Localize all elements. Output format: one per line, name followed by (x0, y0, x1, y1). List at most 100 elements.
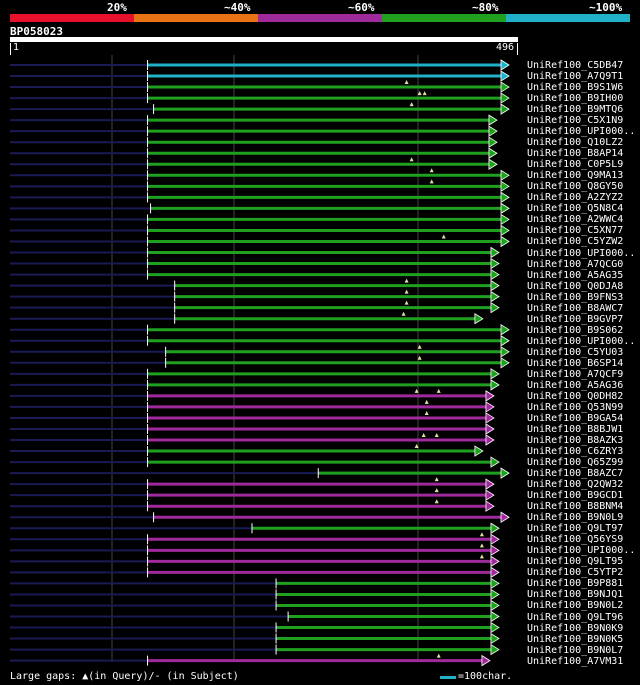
hit-arrow-icon (490, 301, 500, 314)
hit-label[interactable]: UniRef100_A7Q9T1 (527, 71, 639, 82)
hit-label[interactable]: UniRef100_UPI000.. (527, 545, 639, 556)
hit-arrow-icon (490, 555, 500, 568)
query-gap-icon (436, 653, 441, 658)
hit-label[interactable]: UniRef100_Q2QW32 (527, 479, 639, 490)
hit-label[interactable]: UniRef100_C5YU03 (527, 347, 639, 358)
hit-arrow-icon (490, 632, 500, 645)
hit-arrow-icon (490, 621, 500, 634)
hit-arrow-icon (500, 103, 510, 115)
hit-label[interactable]: UniRef100_B9S1W6 (527, 82, 639, 93)
hit-label[interactable]: UniRef100_C5YZW2 (527, 236, 639, 247)
hit-label[interactable]: UniRef100_Q8GY50 (527, 181, 639, 192)
hit-arrow-icon (485, 434, 495, 446)
hit-label[interactable]: UniRef100_UPI000.. (527, 336, 639, 347)
hit-arrow-icon (490, 566, 500, 579)
hit-label[interactable]: UniRef100_A7VM31 (527, 656, 639, 667)
hit-label[interactable]: UniRef100_B8AWC7 (527, 303, 639, 314)
query-gap-icon (409, 102, 414, 107)
hit-label[interactable]: UniRef100_Q9LT97 (527, 523, 639, 534)
hit-label[interactable]: UniRef100_Q0DJA8 (527, 281, 639, 292)
hit-arrow-icon (485, 401, 495, 413)
hit-label[interactable]: UniRef100_A2ZYZ2 (527, 192, 639, 203)
hit-label[interactable]: UniRef100_Q65Z99 (527, 457, 639, 468)
hit-arrow-icon (490, 379, 500, 391)
hit-label[interactable]: UniRef100_Q56YS9 (527, 534, 639, 545)
hit-arrow-icon (490, 456, 500, 468)
hit-arrow-icon (500, 180, 510, 193)
hit-arrow-icon (485, 423, 495, 435)
hit-arrow-icon (488, 114, 498, 126)
query-gap-icon (434, 499, 439, 504)
legend-scale-line (440, 676, 456, 679)
hit-arrow-icon (500, 357, 510, 369)
hit-label[interactable]: UniRef100_Q53N99 (527, 402, 639, 413)
hit-label[interactable]: UniRef100_A2WWC4 (527, 214, 639, 225)
hit-label[interactable]: UniRef100_Q5N8C4 (527, 203, 639, 214)
query-gap-icon (479, 532, 484, 537)
hit-label[interactable]: UniRef100_Q9LT96 (527, 612, 639, 623)
hit-label[interactable]: UniRef100_B9P881 (527, 578, 639, 589)
hit-label[interactable]: UniRef100_C0P5L9 (527, 159, 639, 170)
hit-label[interactable]: UniRef100_Q10LZ2 (527, 137, 639, 148)
hit-arrow-icon (485, 500, 495, 512)
query-gap-icon (429, 179, 434, 184)
query-gap-icon (404, 80, 409, 85)
hit-label[interactable]: UniRef100_UPI000.. (527, 248, 639, 259)
hit-arrow-icon (485, 489, 495, 501)
hit-label[interactable]: UniRef100_B9IH00 (527, 93, 639, 104)
hit-arrow-icon (500, 92, 510, 104)
query-gap-icon (404, 289, 409, 294)
hit-label[interactable]: UniRef100_B8BJW1 (527, 424, 639, 435)
hit-label[interactable]: UniRef100_Q9LT95 (527, 556, 639, 567)
hit-label[interactable]: UniRef100_B9GCD1 (527, 490, 639, 501)
hit-label[interactable]: UniRef100_B9N0L9 (527, 512, 639, 523)
hit-label[interactable]: UniRef100_B9GA54 (527, 413, 639, 424)
hit-arrow-icon (490, 544, 500, 557)
hit-label[interactable]: UniRef100_UPI000.. (527, 126, 639, 137)
hit-label[interactable]: UniRef100_B8BNM4 (527, 501, 639, 512)
query-gap-icon (401, 311, 406, 316)
hit-arrow-icon (488, 136, 498, 148)
query-gap-icon (421, 433, 426, 438)
hit-arrow-icon (500, 59, 510, 71)
hit-label[interactable]: UniRef100_B8AZC7 (527, 468, 639, 479)
hit-label[interactable]: UniRef100_B6SP14 (527, 358, 639, 369)
hit-arrow-icon (481, 654, 491, 667)
hit-label[interactable]: UniRef100_Q0DH82 (527, 391, 639, 402)
query-gap-icon (409, 157, 414, 162)
hit-label[interactable]: UniRef100_A5AG36 (527, 380, 639, 391)
hit-label[interactable]: UniRef100_C5XN77 (527, 225, 639, 236)
hit-label[interactable]: UniRef100_B9N0L2 (527, 600, 639, 611)
hit-label[interactable]: UniRef100_C5YTP2 (527, 567, 639, 578)
hit-label[interactable]: UniRef100_C5X1N9 (527, 115, 639, 126)
hit-label[interactable]: UniRef100_B8AP14 (527, 148, 639, 159)
hit-arrow-icon (490, 643, 500, 656)
hit-arrow-icon (500, 335, 510, 347)
hit-label[interactable]: UniRef100_Q9MA13 (527, 170, 639, 181)
hit-label[interactable]: UniRef100_B9FNS3 (527, 292, 639, 303)
hit-arrow-icon (490, 268, 500, 281)
hit-label[interactable]: UniRef100_B9N0K5 (527, 634, 639, 645)
hit-label[interactable]: UniRef100_B9NJQ1 (527, 589, 639, 600)
hit-label[interactable]: UniRef100_C5DB47 (527, 60, 639, 71)
hit-arrow-icon (500, 202, 510, 215)
legend-gaps: Large gaps: ▲(in Query)/- (in Subject) (10, 671, 239, 682)
hit-label[interactable]: UniRef100_B9GVP7 (527, 314, 639, 325)
hit-arrow-icon (500, 169, 510, 182)
hit-label[interactable]: UniRef100_A7QCG0 (527, 259, 639, 270)
hit-label[interactable]: UniRef100_B9N0L7 (527, 645, 639, 656)
hit-arrow-icon (488, 125, 498, 137)
hit-label[interactable]: UniRef100_B9S062 (527, 325, 639, 336)
hit-label[interactable]: UniRef100_A5AG35 (527, 270, 639, 281)
hit-label[interactable]: UniRef100_B9MTQ6 (527, 104, 639, 115)
hit-label[interactable]: UniRef100_A7QCF9 (527, 369, 639, 380)
hit-arrow-icon (485, 390, 495, 402)
hit-label[interactable]: UniRef100_B8AZK3 (527, 435, 639, 446)
hit-arrow-icon (490, 577, 500, 590)
hit-label[interactable]: UniRef100_C6ZRY3 (527, 446, 639, 457)
query-gap-icon (422, 91, 427, 96)
hit-arrow-icon (490, 610, 500, 623)
hit-label[interactable]: UniRef100_B9N0K9 (527, 623, 639, 634)
query-gap-icon (434, 477, 439, 482)
query-gap-icon (404, 300, 409, 305)
